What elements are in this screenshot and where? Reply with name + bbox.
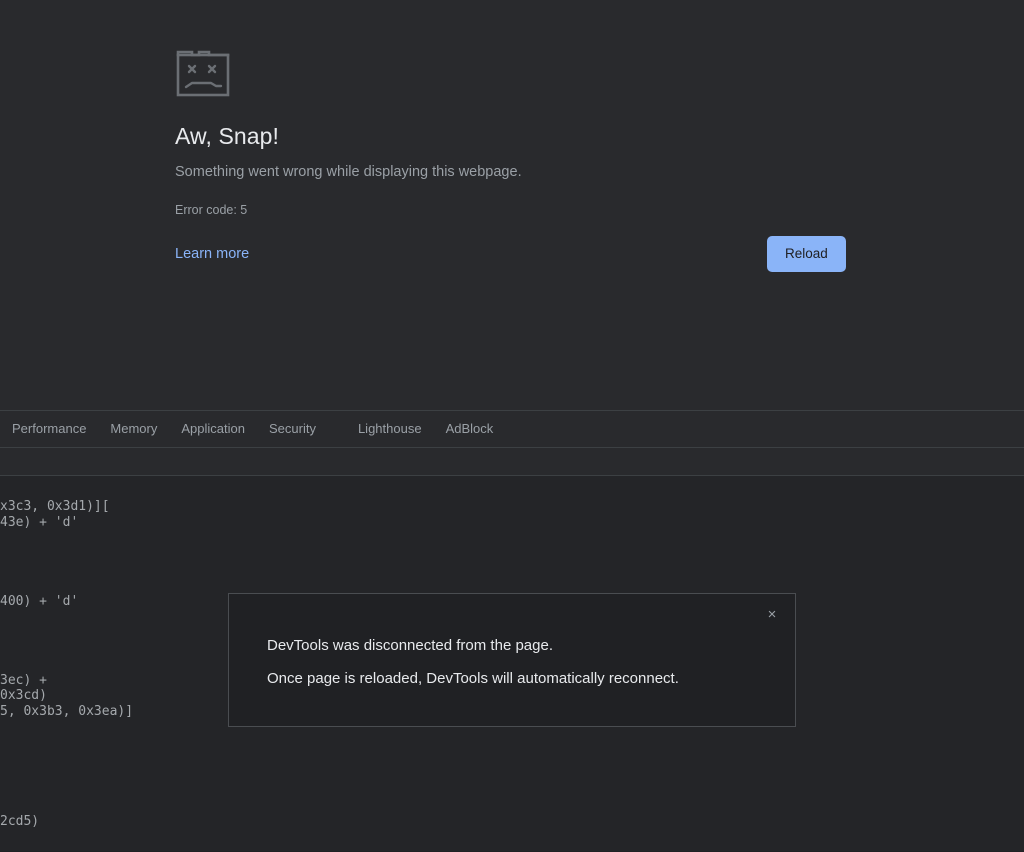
tab-lighthouse[interactable]: Lighthouse	[346, 411, 434, 447]
dialog-message-line-1: DevTools was disconnected from the page.	[267, 635, 553, 657]
devtools-toolbar	[0, 448, 1024, 476]
tab-adblock[interactable]: AdBlock	[434, 411, 506, 447]
learn-more-link[interactable]: Learn more	[175, 244, 249, 264]
code-line: 43e) + 'd'	[0, 515, 78, 530]
tab-memory[interactable]: Memory	[98, 411, 169, 447]
sad-page-icon	[175, 45, 850, 101]
page-title: Aw, Snap!	[175, 122, 279, 150]
crash-subtitle: Something went wrong while displaying th…	[175, 162, 522, 183]
crash-page: Aw, Snap! Something went wrong while dis…	[0, 0, 1024, 410]
error-code-text: Error code: 5	[175, 201, 247, 219]
code-line: 5, 0x3b3, 0x3ea)]	[0, 704, 133, 719]
dialog-message-line-2: Once page is reloaded, DevTools will aut…	[267, 668, 679, 690]
tab-security[interactable]: Security	[257, 411, 328, 447]
devtools-tabbar: Performance Memory Application Security …	[0, 411, 1024, 448]
close-icon[interactable]: ×	[763, 606, 781, 624]
devtools-disconnect-dialog: × DevTools was disconnected from the pag…	[228, 593, 796, 727]
code-line: 3ec) +	[0, 673, 47, 688]
reload-button[interactable]: Reload	[767, 236, 846, 272]
code-line: x3c3, 0x3d1)][	[0, 499, 110, 514]
code-line: 2cd5)	[0, 814, 39, 829]
tab-performance[interactable]: Performance	[0, 411, 98, 447]
tab-application[interactable]: Application	[169, 411, 257, 447]
code-line: 400) + 'd'	[0, 594, 78, 609]
crash-page-content: Aw, Snap! Something went wrong while dis…	[175, 45, 850, 101]
code-line: 0x3cd)	[0, 688, 47, 703]
